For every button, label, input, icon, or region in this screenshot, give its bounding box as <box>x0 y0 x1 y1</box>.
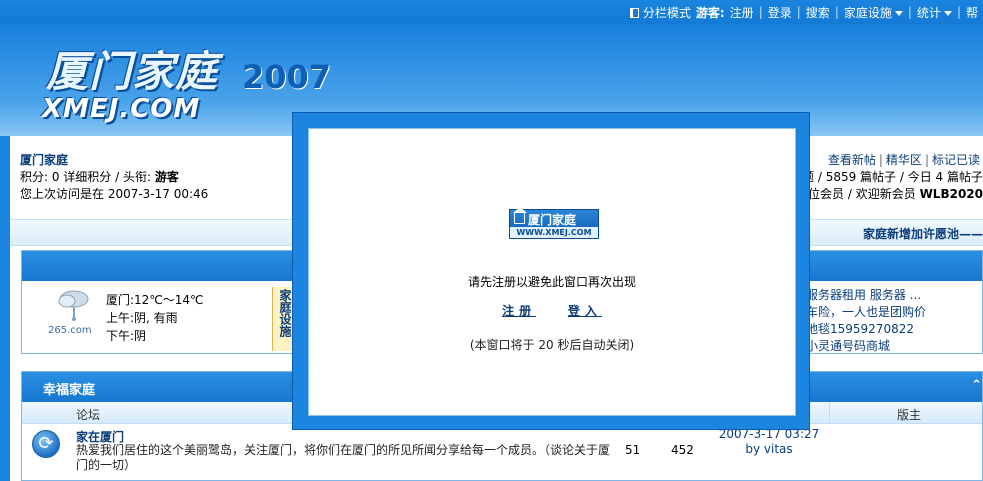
weather-city: 厦门:12℃～14℃ <box>106 293 204 307</box>
post-count: 452 <box>671 443 694 457</box>
columns-icon <box>629 7 639 18</box>
col-moderator: 版主 <box>897 408 922 422</box>
forum-name-link[interactable]: 厦门家庭 <box>20 152 208 169</box>
layout-mode-label: 分栏模式 <box>642 5 691 20</box>
logo-text-en: XMEJ.COM <box>42 94 201 124</box>
topbar-link-register[interactable]: 注册 <box>725 4 759 21</box>
register-popup: 厦门家庭 WWW.XMEJ.COM 请先注册以避免此窗口再次出现 注册 登入 (… <box>292 112 810 430</box>
popup-logo-en: WWW.XMEJ.COM <box>510 227 598 238</box>
mark-read-link[interactable]: 标记已读 <box>929 153 983 167</box>
new-member-link[interactable]: WLB2020 <box>920 187 983 201</box>
weather-morning: 上午:阴, 有雨 <box>106 311 178 325</box>
stats-label: 统计 <box>916 5 941 20</box>
rank-label: 游客 <box>154 170 179 184</box>
col-forum: 论坛 <box>76 408 101 422</box>
announcement-link[interactable]: 家庭新增加许愿池—— <box>863 225 983 242</box>
divider <box>829 402 830 424</box>
cloud-rain-icon <box>58 290 89 321</box>
stats-line: 题 / 5859 篇帖子 / 今日 4 篇帖子 <box>802 170 983 184</box>
section-title[interactable]: 幸福家庭 <box>43 383 95 398</box>
top-bar: 分栏模式 游客: 注册 | 登录 | 搜索 | 家庭设施 | 统计 | 帮 <box>0 0 983 24</box>
topbar-link-login[interactable]: 登录 <box>763 4 797 21</box>
ad-link[interactable]: 服务器租用 服务器 ... <box>806 287 982 304</box>
autoclose-notice: (本窗口将于 20 秒后自动关闭) <box>469 338 635 352</box>
refresh-icon: ⟳ <box>32 430 60 458</box>
members-line: 位会员 / 欢迎新会员 WLB2020 <box>802 186 983 203</box>
popup-body: 厦门家庭 WWW.XMEJ.COM 请先注册以避免此窗口再次出现 注册 登入 (… <box>308 128 796 416</box>
login-link[interactable]: 登入 <box>568 304 602 318</box>
new-posts-link[interactable]: 查看新帖 <box>825 153 879 167</box>
home-icon <box>513 207 527 224</box>
weather-afternoon: 下午:阴 <box>106 329 147 343</box>
layout-mode-toggle[interactable]: 分栏模式 <box>625 4 696 21</box>
popup-logo-cn: 厦门家庭 <box>528 213 577 227</box>
guest-label: 游客: <box>695 5 725 20</box>
facilities-label: 家庭设施 <box>843 5 892 20</box>
topbar-link-search[interactable]: 搜索 <box>801 4 835 21</box>
logo-text-cn: 厦门家庭 <box>46 47 219 96</box>
points-text: 积分: 0 详细积分 / 头衔: <box>20 170 152 184</box>
topbar-menu-facilities[interactable]: 家庭设施 <box>839 4 908 21</box>
last-post: 2007-3-17 03:27 by vitas <box>714 427 824 457</box>
last-visit: 您上次访问是在 2007-3-17 00:46 <box>20 187 209 201</box>
popup-logo: 厦门家庭 WWW.XMEJ.COM <box>509 207 599 239</box>
popup-actions: 注册 登入 <box>309 302 795 319</box>
points-line: 积分: 0 详细积分 / 头衔: 游客 <box>20 169 208 186</box>
weather-info: 厦门:12℃～14℃ 上午:阴, 有雨 下午:阴 <box>106 291 204 345</box>
weather-brand[interactable]: 265.com <box>48 325 92 336</box>
topbar-link-help[interactable]: 帮 <box>961 4 983 21</box>
collapse-icon[interactable]: ⌃ <box>971 378 982 393</box>
user-info: 厦门家庭 积分: 0 详细积分 / 头衔: 游客 您上次访问是在 2007-3-… <box>20 152 208 203</box>
ad-link[interactable]: 车险，一人也是团购价 <box>806 304 982 321</box>
logo-year: 2007 <box>242 58 332 96</box>
forum-description: 热爱我们居住的这个美丽鹭岛，关注厦门，将你们在厦门的所见所闻分享给每一个成员。（… <box>76 443 611 472</box>
last-post-author[interactable]: by vitas <box>714 442 824 457</box>
quick-links: 查看新帖 | 精华区 | 标记已读 <box>802 152 983 169</box>
members-text: 位会员 / 欢迎新会员 <box>808 187 916 201</box>
popup-notice: 请先注册以避免此窗口再次出现 <box>467 275 636 289</box>
thread-count: 51 <box>625 443 641 457</box>
digest-link[interactable]: 精华区 <box>883 153 925 167</box>
forum-row: ⟳ 家在厦门 热爱我们居住的这个美丽鹭岛，关注厦门，将你们在厦门的所见所闻分享给… <box>22 424 982 481</box>
quick-nav: 查看新帖 | 精华区 | 标记已读 题 / 5859 篇帖子 / 今日 4 篇帖子 位会… <box>802 152 983 203</box>
site-logo[interactable]: 厦门家庭 XMEJ.COM <box>40 38 240 126</box>
ad-link[interactable]: 地毯15959270822 <box>806 321 982 338</box>
chevron-down-icon <box>943 10 952 16</box>
chevron-down-icon <box>894 10 903 16</box>
ad-links: 服务器租用 服务器 ... 车险，一人也是团购价 地毯15959270822 小… <box>806 287 982 355</box>
topbar-menu-stats[interactable]: 统计 <box>912 4 957 21</box>
ad-link[interactable]: 小灵通号码商城 <box>806 338 982 355</box>
register-link[interactable]: 注册 <box>502 304 536 318</box>
